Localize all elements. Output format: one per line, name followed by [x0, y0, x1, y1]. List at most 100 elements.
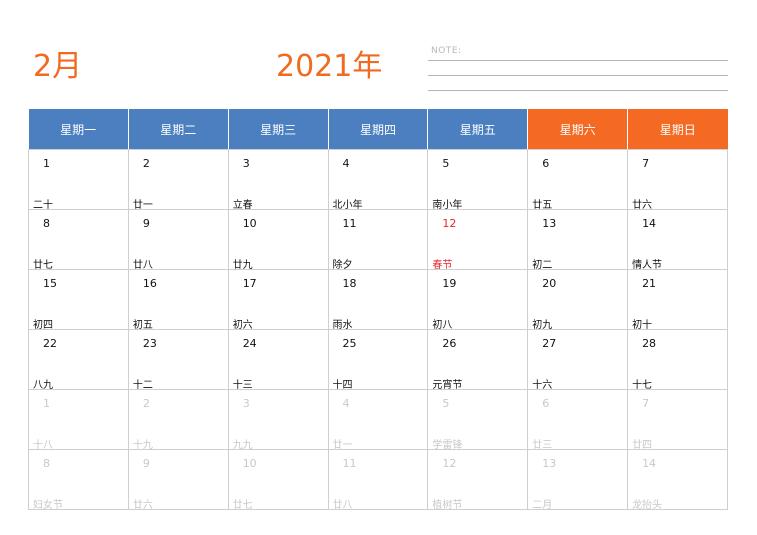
day-number: 12	[442, 457, 457, 470]
day-cell[interactable]: 6 廿五	[527, 149, 629, 211]
day-number: 23	[142, 337, 157, 350]
year-title: 2021年	[276, 49, 383, 84]
day-cell[interactable]: 2 十九	[127, 389, 229, 451]
day-cell[interactable]: 8 妇女节	[28, 449, 129, 511]
day-number: 3	[242, 397, 250, 410]
day-cell[interactable]: 25 十四	[327, 329, 429, 391]
lunar-date: 二月	[532, 500, 553, 511]
day-number: 11	[342, 217, 357, 230]
day-number: 4	[342, 157, 350, 170]
day-cell[interactable]: 21 初十	[627, 269, 728, 331]
week-row: 8 妇女节 9 廿六 10 廿七 11 廿八 12 植树节 13 二月 14 龙抬头	[28, 449, 728, 511]
day-number: 7	[642, 157, 650, 170]
day-cell[interactable]: 1 十八	[28, 389, 129, 451]
day-cell[interactable]: 26 元宵节	[427, 329, 529, 391]
day-number: 12	[442, 217, 457, 230]
note-line	[428, 90, 728, 91]
notes-area: NOTE:	[428, 44, 728, 94]
day-cell[interactable]: 5 南小年	[427, 149, 529, 211]
day-number: 8	[43, 457, 50, 470]
day-cell[interactable]: 24 十三	[227, 329, 329, 391]
weekday-header-mon: 星期一	[28, 109, 129, 150]
day-cell[interactable]: 20 初九	[527, 269, 629, 331]
day-cell[interactable]: 13 二月	[527, 449, 629, 511]
day-number: 14	[642, 217, 657, 230]
day-number: 25	[342, 337, 357, 350]
lunar-date: 龙抬头	[632, 500, 663, 511]
day-number: 17	[242, 277, 257, 290]
lunar-date: 廿八	[332, 500, 353, 511]
week-row: 22 八九 23 十二 24 十三 25 十四 26 元宵节 27 十六 28 十七	[28, 329, 728, 391]
weekday-header-tue: 星期二	[128, 109, 229, 150]
day-cell[interactable]: 9 廿六	[127, 449, 229, 511]
day-cell[interactable]: 4 北小年	[327, 149, 429, 211]
day-number: 3	[242, 157, 250, 170]
day-cell[interactable]: 4 廿一	[327, 389, 429, 451]
weekday-header-sat: 星期六	[527, 109, 629, 150]
day-cell[interactable]: 11 除夕	[327, 209, 429, 271]
weekday-header-wed: 星期三	[228, 109, 329, 150]
weekday-header-fri: 星期五	[427, 109, 529, 150]
day-number: 22	[43, 337, 57, 350]
day-cell[interactable]: 1 二十	[28, 149, 129, 211]
day-number: 8	[43, 217, 50, 230]
day-number: 5	[442, 397, 450, 410]
day-cell[interactable]: 22 八九	[28, 329, 129, 391]
day-number: 6	[542, 397, 550, 410]
day-cell[interactable]: 16 初五	[127, 269, 229, 331]
day-cell[interactable]: 9 廿八	[127, 209, 229, 271]
day-cell[interactable]: 14 情人节	[627, 209, 728, 271]
day-cell[interactable]: 3 九九	[227, 389, 329, 451]
day-number: 9	[142, 217, 150, 230]
weekday-header-thu: 星期四	[328, 109, 429, 150]
day-cell[interactable]: 17 初六	[227, 269, 329, 331]
day-number: 19	[442, 277, 457, 290]
note-label: NOTE:	[431, 46, 462, 56]
lunar-date: 植树节	[432, 500, 463, 511]
day-cell[interactable]: 6 廿三	[527, 389, 629, 451]
day-cell[interactable]: 10 廿七	[227, 449, 329, 511]
day-cell[interactable]: 7 廿四	[627, 389, 728, 451]
day-cell[interactable]: 15 初四	[28, 269, 129, 331]
day-number: 18	[342, 277, 357, 290]
day-cell[interactable]: 12 植树节	[427, 449, 529, 511]
day-number: 10	[242, 217, 257, 230]
day-number: 16	[142, 277, 157, 290]
day-number: 11	[342, 457, 357, 470]
day-cell[interactable]: 14 龙抬头	[627, 449, 728, 511]
weekday-header-row: 星期一 星期二 星期三 星期四 星期五 星期六 星期日	[28, 109, 728, 150]
day-number: 14	[642, 457, 657, 470]
calendar-grid: 星期一 星期二 星期三 星期四 星期五 星期六 星期日 1 二十 2 廿一 3 立春 4 北小…	[28, 109, 728, 511]
lunar-date: 廿七	[232, 500, 253, 511]
day-number: 21	[642, 277, 657, 290]
month-title: 2月	[33, 49, 83, 84]
day-number: 9	[142, 457, 150, 470]
day-cell[interactable]: 11 廿八	[327, 449, 429, 511]
day-cell[interactable]: 28 十七	[627, 329, 728, 391]
day-number: 13	[542, 457, 557, 470]
day-cell[interactable]: 13 初二	[527, 209, 629, 271]
day-number: 6	[542, 157, 550, 170]
day-number: 24	[242, 337, 257, 350]
day-cell[interactable]: 8 廿七	[28, 209, 129, 271]
day-cell[interactable]: 2 廿一	[127, 149, 229, 211]
day-cell[interactable]: 5 学雷锋	[427, 389, 529, 451]
note-line	[428, 75, 728, 76]
day-cell[interactable]: 10 廿九	[227, 209, 329, 271]
week-row: 15 初四 16 初五 17 初六 18 雨水 19 初八 20 初九 21 初十	[28, 269, 728, 331]
day-number: 26	[442, 337, 457, 350]
day-cell[interactable]: 27 十六	[527, 329, 629, 391]
day-cell[interactable]: 18 雨水	[327, 269, 429, 331]
day-cell[interactable]: 19 初八	[427, 269, 529, 331]
day-cell[interactable]: 12 春节	[427, 209, 529, 271]
day-number: 1	[43, 397, 50, 410]
note-line	[428, 60, 728, 61]
day-cell[interactable]: 3 立春	[227, 149, 329, 211]
day-number: 28	[642, 337, 657, 350]
day-number: 4	[342, 397, 350, 410]
day-cell[interactable]: 7 廿六	[627, 149, 728, 211]
day-number: 2	[142, 397, 150, 410]
day-number: 7	[642, 397, 650, 410]
day-number: 5	[442, 157, 450, 170]
day-cell[interactable]: 23 十二	[127, 329, 229, 391]
